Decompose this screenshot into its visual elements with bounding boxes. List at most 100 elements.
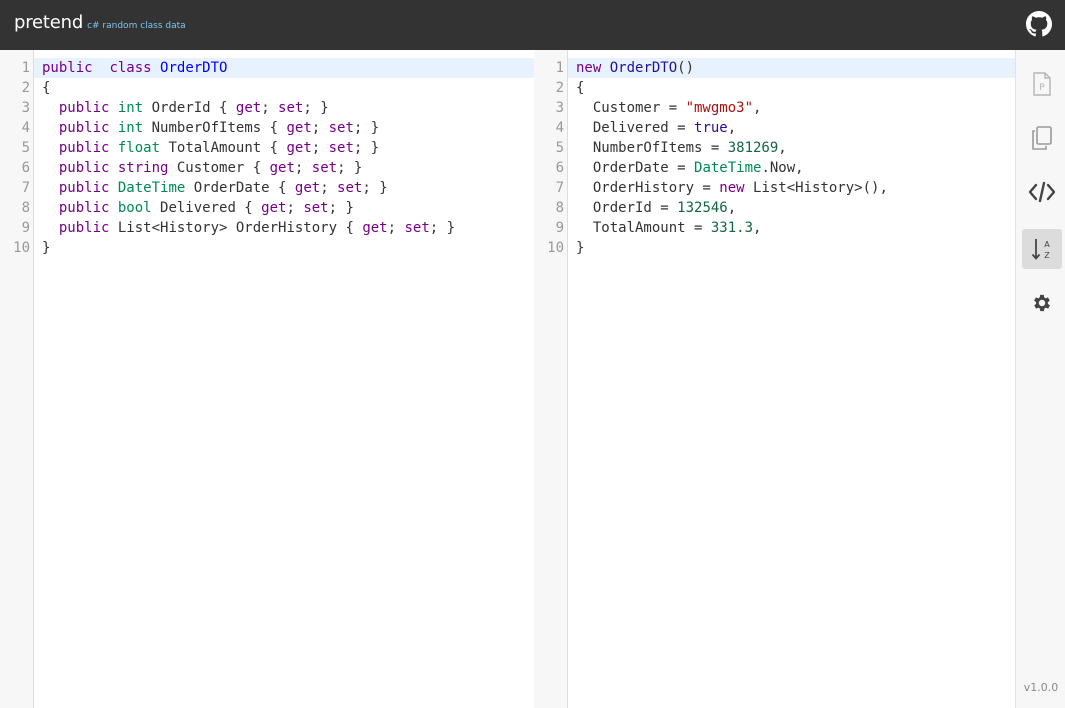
sort-az-button[interactable]: A Z	[1022, 229, 1062, 269]
tool-sidebar: P A Z v1.0.0	[1015, 50, 1065, 708]
code-token: ; }	[362, 180, 388, 196]
code-token: 331.3	[710, 220, 754, 236]
settings-button[interactable]	[1022, 283, 1062, 323]
code-line[interactable]: 3 public int OrderId { get; set; }	[22, 98, 534, 118]
code-line[interactable]: 8 public bool Delivered { get; set; }	[22, 198, 534, 218]
code-token: NumberOfItems =	[576, 140, 728, 156]
code-line[interactable]: 1 new OrderDTO()	[556, 58, 1015, 78]
code-token: get	[362, 220, 388, 236]
code-token: {	[576, 80, 585, 96]
code-token: 381269	[727, 140, 779, 156]
code-text: {	[576, 78, 584, 98]
brand-tagline: c# random class data	[87, 21, 186, 31]
code-lines[interactable]: 1 new OrderDTO() 2{3 Customer = "mwgmo3", 4…	[547, 58, 1015, 258]
code-line[interactable]: 2{	[556, 78, 1015, 98]
code-token: public	[58, 120, 110, 136]
code-line[interactable]: 7 OrderHistory = new List<History>(),	[556, 178, 1015, 198]
code-token: "mwgmo3"	[685, 100, 754, 116]
code-line[interactable]: 3 Customer = "mwgmo3",	[556, 98, 1015, 118]
code-token: ; }	[353, 120, 380, 136]
code-line[interactable]: 9 TotalAmount = 331.3,	[556, 218, 1015, 238]
code-text: public float TotalAmount { get; set; }	[42, 138, 379, 158]
code-view-button[interactable]	[1022, 172, 1062, 212]
code-token: float	[117, 140, 161, 156]
brand[interactable]: pretend c# random class data	[14, 12, 186, 33]
line-number: 5	[555, 140, 564, 156]
generated-output-editor[interactable]: 1 new OrderDTO() 2{3 Customer = "mwgmo3", 4…	[534, 50, 1015, 708]
file-p-button[interactable]: P	[1022, 64, 1062, 104]
line-number: 10	[13, 240, 30, 256]
code-line[interactable]: 9 public List<History> OrderHistory { ge…	[22, 218, 534, 238]
code-token: ; }	[337, 160, 363, 176]
code-token: ()	[677, 60, 695, 76]
brand-name: pretend	[14, 12, 84, 33]
code-text: OrderId = 132546,	[576, 198, 736, 218]
code-text: public int NumberOfItems { get; set; }	[42, 118, 379, 138]
code-line[interactable]: 4 public int NumberOfItems { get; set; }	[22, 118, 534, 138]
code-token: List<History>(),	[744, 180, 888, 196]
code-token: ;	[311, 120, 329, 136]
code-token: ;	[320, 180, 338, 196]
code-line[interactable]: 6 OrderDate = DateTime.Now,	[556, 158, 1015, 178]
sort-az-icon: A Z	[1031, 239, 1050, 260]
code-line[interactable]: 8 OrderId = 132546,	[556, 198, 1015, 218]
line-number: 7	[555, 180, 564, 196]
code-token: set	[278, 100, 304, 116]
code-token: Delivered {	[151, 200, 262, 216]
line-number: 4	[555, 120, 564, 136]
code-token: set	[311, 160, 338, 176]
copy-icon	[1032, 126, 1052, 150]
code-token: public	[58, 180, 110, 196]
code-line[interactable]: 10}	[547, 238, 1015, 258]
code-text: public List<History> OrderHistory { get;…	[42, 218, 455, 238]
code-line[interactable]: 7 public DateTime OrderDate { get; set; …	[22, 178, 534, 198]
code-token: ;	[261, 100, 279, 116]
code-token: ; }	[353, 140, 380, 156]
code-line[interactable]: 10}	[13, 238, 534, 258]
line-number: 8	[555, 200, 564, 216]
code-token: new	[719, 180, 745, 196]
code-token: get	[294, 180, 321, 196]
code-line[interactable]: 2{	[22, 78, 534, 98]
code-line[interactable]: 5 public float TotalAmount { get; set; }	[22, 138, 534, 158]
code-token: ;	[286, 200, 304, 216]
code-token: ;	[387, 220, 405, 236]
code-lines[interactable]: 1 public class OrderDTO 2{3 public int Ord…	[13, 58, 534, 258]
code-token: ,	[778, 140, 787, 156]
github-icon[interactable]	[1026, 11, 1052, 37]
code-line[interactable]: 1 public class OrderDTO	[22, 58, 534, 78]
copy-button[interactable]	[1022, 118, 1062, 158]
code-token: 132546	[677, 200, 728, 216]
code-line[interactable]: 5 NumberOfItems = 381269,	[556, 138, 1015, 158]
line-number: 1	[21, 60, 30, 76]
code-token: OrderHistory =	[576, 180, 720, 196]
class-definition-editor[interactable]: 1 public class OrderDTO 2{3 public int Ord…	[0, 50, 535, 708]
code-text: public DateTime OrderDate { get; set; }	[42, 178, 388, 198]
line-number: 7	[21, 180, 30, 196]
code-token: DateTime	[694, 160, 762, 176]
gear-icon	[1034, 294, 1050, 312]
code-token: get	[261, 200, 287, 216]
code-line[interactable]: 4 Delivered = true,	[556, 118, 1015, 138]
code-token: int	[117, 120, 144, 136]
code-line[interactable]: 6 public string Customer { get; set; }	[22, 158, 534, 178]
code-token: ; }	[328, 200, 354, 216]
code-token: ,	[727, 120, 737, 136]
code-token: true	[694, 120, 728, 136]
code-token: ;	[311, 140, 329, 156]
code-token: }	[576, 240, 585, 256]
line-number: 10	[547, 240, 564, 256]
code-token: public	[58, 160, 110, 176]
line-number: 2	[555, 80, 564, 96]
code-token: .Now,	[761, 160, 804, 176]
svg-text:Z: Z	[1044, 251, 1050, 260]
code-text: new OrderDTO()	[576, 58, 694, 78]
code-token: ,	[753, 100, 762, 116]
